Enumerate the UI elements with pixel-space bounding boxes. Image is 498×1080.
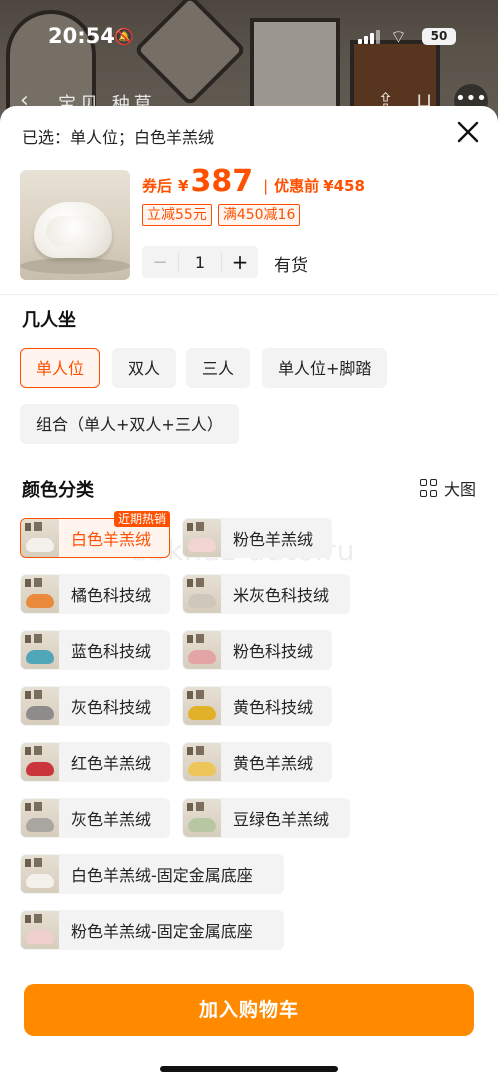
wifi-icon: ⌔: [390, 27, 407, 48]
color-option-label: 粉色羊羔绒-固定金属底座: [71, 922, 253, 941]
color-swatch-thumbnail: [183, 687, 221, 725]
price-row: 券后 ¥ 387 | 优惠前 ¥458: [142, 164, 365, 199]
increase-quantity-button[interactable]: +: [222, 250, 258, 274]
color-swatch-thumbnail: [21, 687, 59, 725]
color-option[interactable]: 黄色羊羔绒: [182, 742, 332, 782]
color-option-label: 黄色羊羔绒: [233, 754, 314, 773]
color-option[interactable]: 白色羊羔绒-固定金属底座: [20, 854, 284, 894]
color-swatch-thumbnail: [21, 575, 59, 613]
color-section-title: 颜色分类: [22, 480, 94, 501]
original-price-label: 优惠前: [274, 177, 320, 195]
home-indicator: [160, 1066, 338, 1072]
close-icon: [457, 121, 479, 143]
promo-tags: 立减55元 满450减16: [142, 204, 301, 226]
cta-bar: 加入购物车: [0, 966, 498, 1080]
color-option-label: 灰色科技绒: [71, 698, 152, 717]
color-swatch-thumbnail: [183, 519, 221, 557]
stock-status: 有货: [274, 256, 308, 276]
hot-sale-badge: 近期热销: [113, 511, 170, 527]
decrease-quantity-button[interactable]: −: [142, 252, 178, 273]
promo-tag: 满450减16: [217, 204, 301, 226]
color-swatch-thumbnail: [21, 855, 59, 893]
color-option[interactable]: 红色羊羔绒: [20, 742, 170, 782]
color-swatch-thumbnail: [183, 631, 221, 669]
color-option[interactable]: 白色羊羔绒 近期热销: [20, 511, 170, 558]
color-option-label: 豆绿色羊羔绒: [233, 810, 330, 829]
color-option-label: 白色羊羔绒: [71, 530, 152, 549]
battery-indicator: 50: [422, 28, 456, 45]
promo-tag: 立减55元: [142, 204, 212, 226]
seat-option-single-footrest[interactable]: 单人位+脚踏: [262, 348, 388, 388]
color-swatch-thumbnail: [21, 799, 59, 837]
color-option[interactable]: 黄色科技绒: [182, 686, 332, 726]
bell-off-icon: 🔕: [114, 27, 134, 46]
signal-icon: [358, 30, 380, 44]
color-swatch-thumbnail: [183, 575, 221, 613]
color-swatch-thumbnail: [21, 911, 59, 949]
quantity-stepper: − 1 +: [142, 246, 258, 278]
product-thumbnail[interactable]: [20, 170, 130, 280]
coupon-price: 387: [190, 164, 254, 199]
seat-option-combo[interactable]: 组合（单人+双人+三人）: [20, 404, 239, 444]
color-option-label: 灰色羊羔绒: [71, 810, 152, 829]
color-option-label: 黄色科技绒: [233, 698, 314, 717]
color-option[interactable]: 蓝色科技绒: [20, 630, 170, 670]
color-swatch-thumbnail: [21, 631, 59, 669]
color-option[interactable]: 粉色科技绒: [182, 630, 332, 670]
color-option-label: 红色羊羔绒: [71, 754, 152, 773]
seat-option-single[interactable]: 单人位: [20, 348, 101, 388]
add-to-cart-button[interactable]: 加入购物车: [24, 984, 474, 1036]
seat-option-triple[interactable]: 三人: [186, 348, 251, 388]
color-option-label: 橘色科技绒: [71, 586, 152, 605]
big-view-label: 大图: [443, 480, 476, 499]
seat-option-double[interactable]: 双人: [112, 348, 177, 388]
close-button[interactable]: [454, 120, 482, 148]
color-option[interactable]: 橘色科技绒: [20, 574, 170, 614]
divider: [0, 294, 498, 295]
color-option[interactable]: 灰色羊羔绒: [20, 798, 170, 838]
color-option[interactable]: 豆绿色羊羔绒: [182, 798, 350, 838]
color-option-label: 白色羊羔绒-固定金属底座: [71, 866, 253, 885]
price-divider: |: [263, 177, 269, 195]
color-option-label: 蓝色科技绒: [71, 642, 152, 661]
color-swatch-thumbnail: [183, 743, 221, 781]
color-option[interactable]: 灰色科技绒: [20, 686, 170, 726]
quantity-value[interactable]: 1: [178, 252, 222, 272]
original-price: ¥458: [323, 177, 365, 195]
color-option-label: 粉色羊羔绒: [233, 530, 314, 549]
selected-summary: 已选：单人位；白色羊羔绒: [22, 128, 215, 147]
coupon-price-label: 券后: [142, 177, 173, 195]
currency-symbol: ¥: [178, 177, 189, 195]
color-option[interactable]: 米灰色科技绒: [182, 574, 350, 614]
color-swatch-thumbnail: [183, 799, 221, 837]
big-view-toggle[interactable]: 大图: [419, 476, 476, 500]
color-option[interactable]: 粉色羊羔绒: [182, 518, 332, 558]
color-option[interactable]: 粉色羊羔绒-固定金属底座: [20, 910, 284, 950]
color-swatch-thumbnail: [21, 519, 59, 557]
status-bar: 20:54 🔕 ⌔ 50: [0, 0, 498, 60]
grid-icon: [419, 479, 438, 497]
color-option-label: 粉色科技绒: [233, 642, 314, 661]
color-swatch-thumbnail: [21, 743, 59, 781]
status-time: 20:54: [48, 24, 115, 48]
sku-sheet: 已选：单人位；白色羊羔绒 券后 ¥ 387 | 优惠前 ¥458 立减55元 满…: [0, 106, 498, 1080]
color-option-label: 米灰色科技绒: [233, 586, 330, 605]
seats-section-title: 几人坐: [22, 310, 76, 331]
